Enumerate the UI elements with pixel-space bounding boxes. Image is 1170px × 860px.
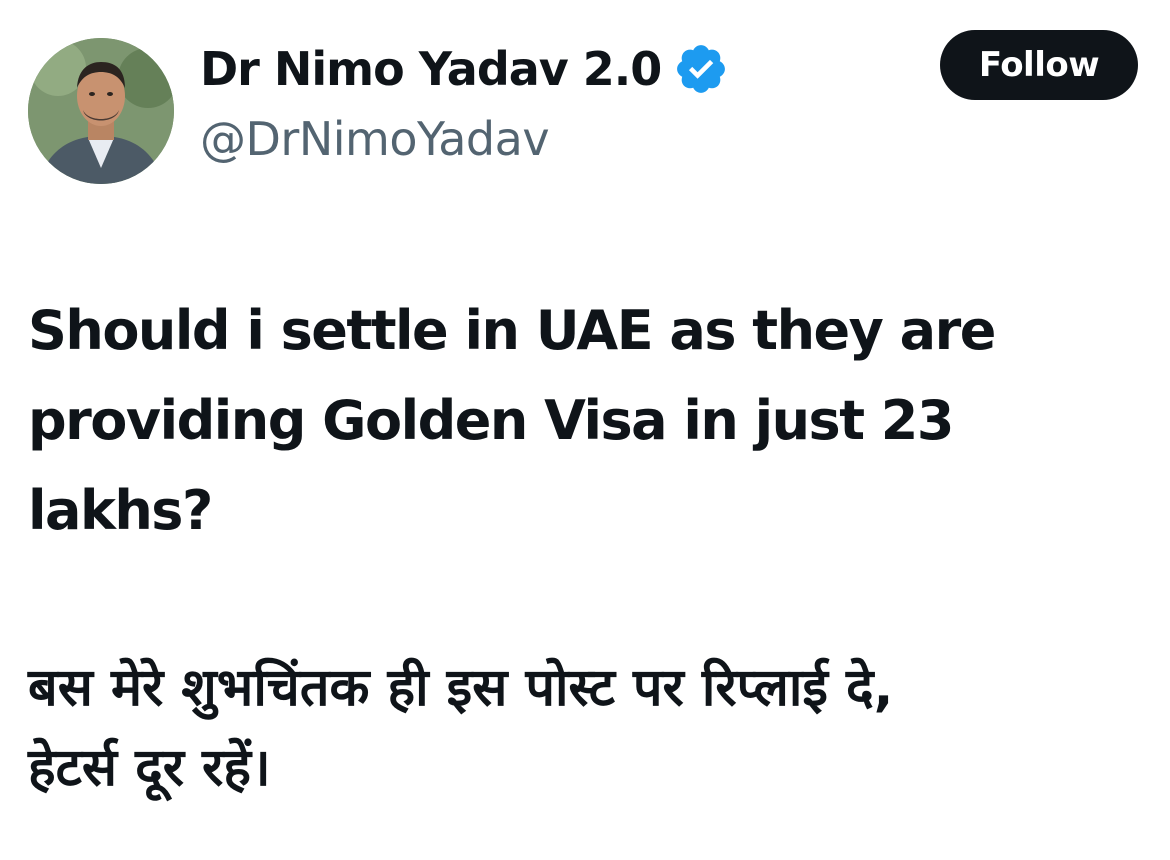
follow-button[interactable]: Follow (940, 30, 1138, 100)
author-display-name[interactable]: Dr Nimo Yadav 2.0 (200, 38, 662, 100)
profile-photo (28, 38, 174, 184)
author-avatar[interactable] (28, 38, 174, 184)
author-identity: Dr Nimo Yadav 2.0 @DrNimoYadav (200, 38, 900, 170)
author-handle[interactable]: @DrNimoYadav (200, 108, 900, 170)
name-row: Dr Nimo Yadav 2.0 (200, 38, 900, 100)
tweet-header: Dr Nimo Yadav 2.0 @DrNimoYadav Follow (28, 30, 1138, 188)
tweet-card: Dr Nimo Yadav 2.0 @DrNimoYadav Follow Sh… (0, 0, 1170, 844)
tweet-text-hindi: बस मेरे शुभचिंतक ही इस पोस्ट पर रिप्लाई … (28, 658, 894, 798)
tweet-text-english: Should i settle in UAE as they are provi… (28, 299, 996, 542)
tweet-body: Should i settle in UAE as they are provi… (28, 286, 1148, 860)
verified-badge-icon (673, 41, 729, 97)
